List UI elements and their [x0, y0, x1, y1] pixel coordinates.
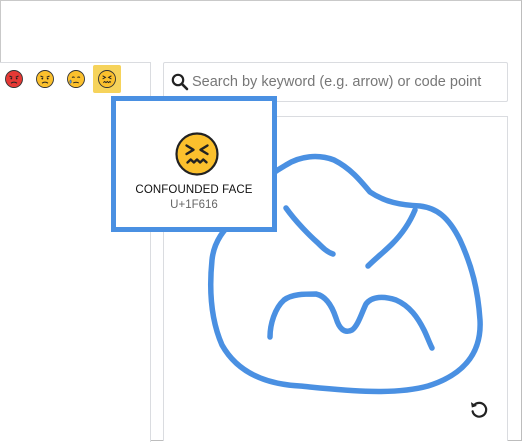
emoji-confounded-face-button[interactable] — [93, 65, 121, 93]
angry-face-icon — [36, 70, 54, 88]
emoji-name: CONFOUNDED FACE — [135, 184, 253, 196]
search-input[interactable] — [192, 68, 492, 96]
emoji-pouting-face-button[interactable] — [0, 65, 28, 93]
pouting-face-icon — [5, 70, 23, 88]
emoji-tooltip: CONFOUNDED FACE U+1F616 — [111, 96, 277, 232]
sad-relieved-face-icon — [67, 70, 85, 88]
emoji-sad-relieved-face-button[interactable] — [62, 65, 90, 93]
reset-drawing-button[interactable] — [466, 396, 492, 422]
emoji-angry-face-button[interactable] — [31, 65, 59, 93]
confounded-face-icon — [175, 132, 219, 176]
emoji-row — [0, 63, 150, 96]
search-icon — [171, 73, 189, 91]
confounded-face-icon — [98, 70, 116, 88]
refresh-icon — [470, 401, 488, 418]
emoji-code-point: U+1F616 — [170, 199, 218, 211]
